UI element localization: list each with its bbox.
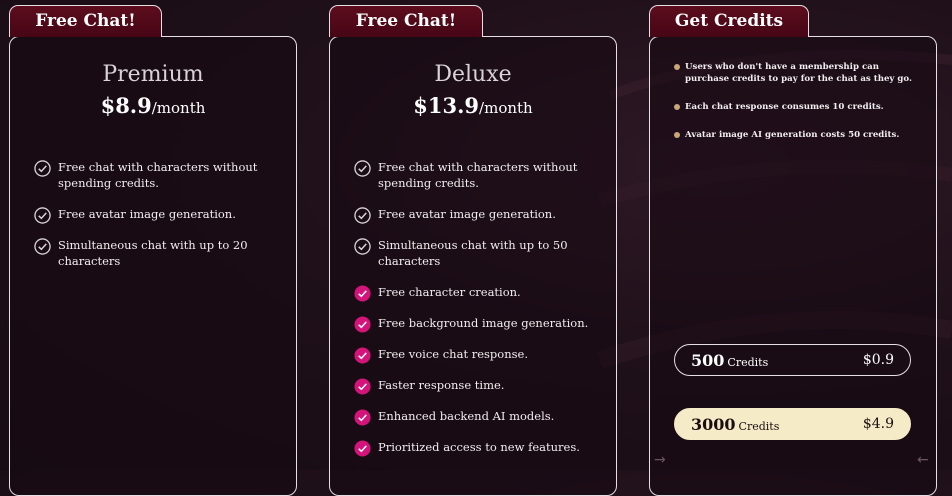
credit-quantity: 3000 Credits <box>691 415 779 434</box>
plan-card-premium[interactable]: Premium $8.9/month Free chat with charac… <box>9 36 297 496</box>
feature-item: Faster response time. <box>354 377 598 395</box>
feature-item: Free voice chat response. <box>354 346 598 364</box>
credit-quantity: 500 Credits <box>691 351 768 370</box>
bullet-dot-icon <box>674 132 680 138</box>
check-circle-pink-icon <box>354 409 371 426</box>
check-circle-white-icon <box>354 207 371 224</box>
plan-card-deluxe[interactable]: Deluxe $13.9/month Free chat with charac… <box>329 36 617 496</box>
check-circle-white-icon <box>354 238 371 255</box>
feature-text: Free character creation. <box>378 285 521 299</box>
credit-amount: 3000 <box>691 415 736 434</box>
plan-price: $8.9/month <box>10 93 296 118</box>
feature-item: Simultaneous chat with up to 20 characte… <box>34 237 278 269</box>
feature-item: Free background image generation. <box>354 315 598 333</box>
tab-label: Free Chat! <box>355 11 457 31</box>
feature-item: Prioritized access to new features. <box>354 439 598 457</box>
feature-text: Enhanced backend AI models. <box>378 409 555 423</box>
feature-list: Free chat with characters without spendi… <box>34 159 278 284</box>
feature-text: Simultaneous chat with up to 50 characte… <box>378 238 568 268</box>
feature-item: Free chat with characters without spendi… <box>34 159 278 191</box>
feature-text: Free avatar image generation. <box>58 207 236 221</box>
feature-item: Free chat with characters without spendi… <box>354 159 598 191</box>
credits-card: Users who don't have a membership can pu… <box>649 36 937 496</box>
credit-option-500[interactable]: 500 Credits $0.9 <box>674 344 911 376</box>
feature-text: Prioritized access to new features. <box>378 440 580 454</box>
credit-note: Avatar image AI generation costs 50 cred… <box>674 129 916 141</box>
feature-text: Free background image generation. <box>378 316 589 330</box>
credit-notes-list: Users who don't have a membership can pu… <box>674 61 916 157</box>
price-period: /month <box>479 99 533 117</box>
feature-text: Free voice chat response. <box>378 347 528 361</box>
credit-price: $0.9 <box>862 352 894 368</box>
credit-note-text: Users who don't have a membership can pu… <box>685 62 912 84</box>
feature-text: Simultaneous chat with up to 20 characte… <box>58 238 248 268</box>
credit-unit: Credits <box>727 356 769 369</box>
price-period: /month <box>151 99 206 117</box>
feature-text: Faster response time. <box>378 378 505 392</box>
arrow-left-icon: ← <box>917 452 929 468</box>
plan-name: Premium <box>102 62 204 87</box>
feature-item: Free character creation. <box>354 284 598 302</box>
feature-item: Free avatar image generation. <box>34 206 278 224</box>
check-circle-pink-icon <box>354 347 371 364</box>
credit-unit: Credits <box>738 420 780 433</box>
bullet-dot-icon <box>674 104 680 110</box>
feature-item: Simultaneous chat with up to 50 characte… <box>354 237 598 269</box>
feature-text: Free chat with characters without spendi… <box>378 160 578 190</box>
credit-note-text: Avatar image AI generation costs 50 cred… <box>685 130 900 140</box>
credit-amount: 500 <box>691 351 725 370</box>
check-circle-pink-icon <box>354 378 371 395</box>
tab-free-chat-premium: Free Chat! <box>9 5 162 37</box>
price-amount: $13.9 <box>413 93 480 118</box>
check-circle-pink-icon <box>354 440 371 457</box>
check-circle-white-icon <box>34 238 51 255</box>
feature-text: Free avatar image generation. <box>378 207 556 221</box>
feature-item: Enhanced backend AI models. <box>354 408 598 426</box>
credit-option-3000[interactable]: 3000 Credits $4.9 <box>674 408 911 440</box>
tab-get-credits: Get Credits <box>649 5 809 37</box>
tab-free-chat-deluxe: Free Chat! <box>329 5 483 37</box>
feature-item: Free avatar image generation. <box>354 206 598 224</box>
credit-note: Users who don't have a membership can pu… <box>674 61 916 85</box>
check-circle-pink-icon <box>354 316 371 333</box>
feature-text: Free chat with characters without spendi… <box>58 160 258 190</box>
arrow-right-icon: → <box>654 452 666 468</box>
check-circle-white-icon <box>34 207 51 224</box>
plan-name: Deluxe <box>434 62 512 87</box>
feature-list: Free chat with characters without spendi… <box>354 159 598 470</box>
plan-price: $13.9/month <box>330 93 616 118</box>
price-amount: $8.9 <box>100 93 152 118</box>
bullet-dot-icon <box>674 64 680 70</box>
credit-note-text: Each chat response consumes 10 credits. <box>685 102 884 112</box>
check-circle-white-icon <box>354 160 371 177</box>
tab-label: Free Chat! <box>35 11 136 31</box>
tab-label: Get Credits <box>674 11 784 31</box>
credit-note: Each chat response consumes 10 credits. <box>674 101 916 113</box>
check-circle-white-icon <box>34 160 51 177</box>
check-circle-pink-icon <box>354 285 371 302</box>
credit-price: $4.9 <box>862 416 894 432</box>
